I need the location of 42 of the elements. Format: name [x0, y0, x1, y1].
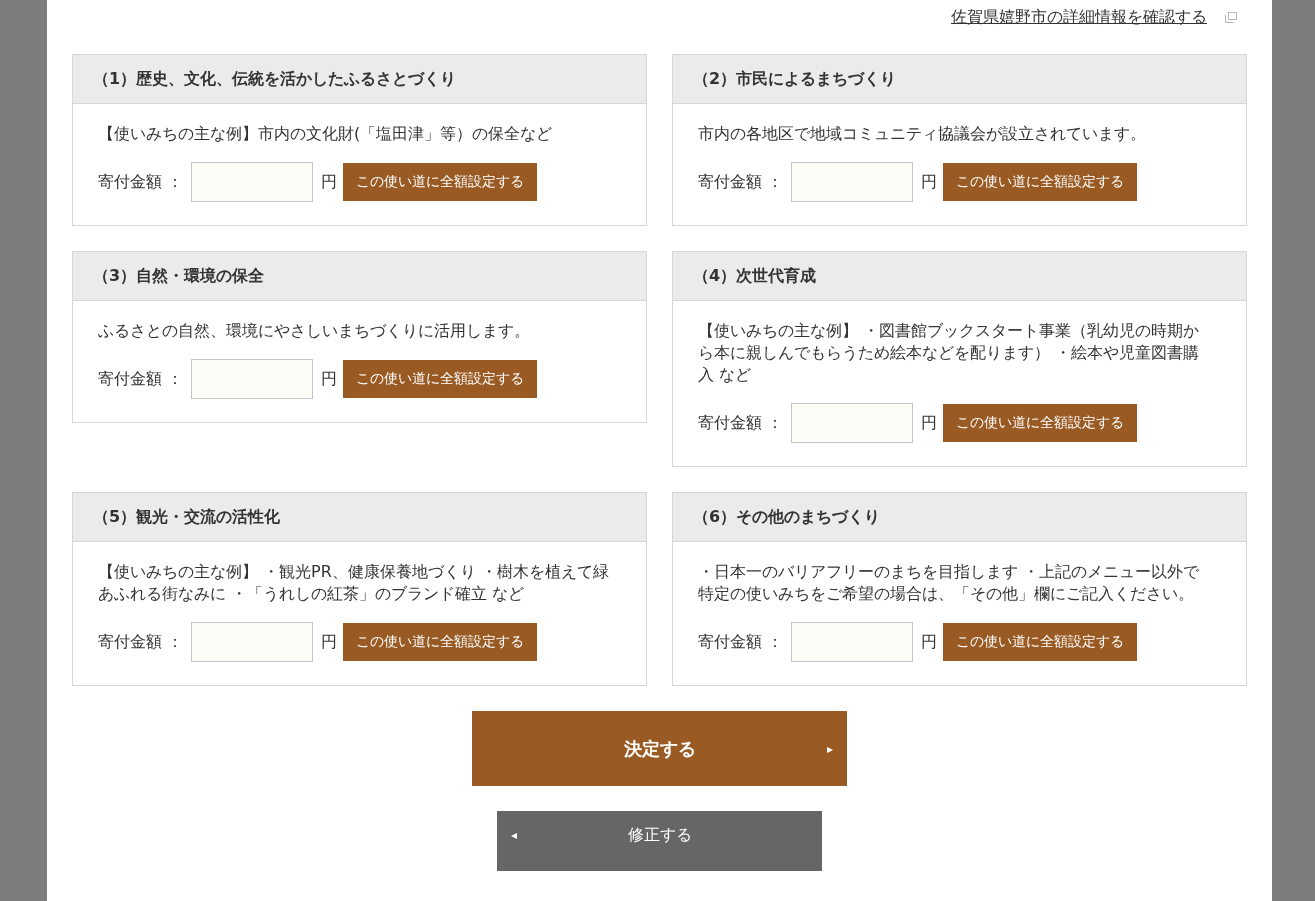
yen-unit: 円	[321, 631, 338, 653]
amount-label: 寄付金額 ：	[98, 171, 184, 193]
usage-description: 【使いみちの主な例】 ・観光PR、健康保養地づくり ・樹木を植えて緑あふれる街なみに ・「うれしの紅茶」のブランド確立 など	[98, 561, 610, 605]
external-window-icon	[1225, 11, 1237, 23]
set-all-button[interactable]: この使い道に全額設定する	[343, 360, 538, 398]
amount-input[interactable]	[191, 162, 314, 202]
card-title: （4）次世代育成	[673, 252, 1246, 301]
amount-label: 寄付金額 ：	[698, 412, 784, 434]
amount-label: 寄付金額 ：	[98, 368, 184, 390]
set-all-button[interactable]: この使い道に全額設定する	[343, 623, 538, 661]
set-all-button[interactable]: この使い道に全額設定する	[943, 404, 1138, 442]
yen-unit: 円	[921, 631, 938, 653]
usage-description: ふるさとの自然、環境にやさしいまちづくりに活用します。	[98, 320, 531, 342]
amount-label: 寄付金額 ：	[698, 631, 784, 653]
arrow-icon: ▸	[826, 741, 833, 756]
set-all-button[interactable]: この使い道に全額設定する	[943, 163, 1138, 201]
usage-description: 【使いみちの主な例】市内の文化財(「塩田津」等）の保全など	[98, 123, 554, 145]
amount-label: 寄付金額 ：	[698, 171, 784, 193]
confirm-button[interactable]: 決定する ▸	[472, 711, 847, 786]
arrow-icon: ◂	[511, 828, 518, 842]
card-title: （2）市民によるまちづくり	[673, 55, 1246, 104]
yen-unit: 円	[321, 171, 338, 193]
card-title: （5）観光・交流の活性化	[73, 493, 646, 542]
card-title: （6）その他のまちづくり	[673, 493, 1246, 542]
detail-link[interactable]: 佐賀県嬉野市の詳細情報を確認する	[951, 6, 1211, 28]
yen-unit: 円	[921, 412, 938, 434]
amount-label: 寄付金額 ：	[98, 631, 184, 653]
card-title: （1）歴史、文化、伝統を活かしたふるさとづくり	[73, 55, 646, 104]
card-title: （3）自然・環境の保全	[73, 252, 646, 301]
back-button[interactable]: ◂ 修正する	[497, 811, 822, 871]
usage-description: ・日本一のバリアフリーのまちを目指します ・上記のメニュー以外で特定の使いみちをご希望の場合は、「その他」欄にご記入ください。	[698, 561, 1201, 605]
yen-unit: 円	[321, 368, 338, 390]
set-all-button[interactable]: この使い道に全額設定する	[343, 163, 538, 201]
amount-input[interactable]	[791, 162, 914, 202]
amount-input[interactable]	[791, 403, 914, 443]
amount-input[interactable]	[191, 359, 314, 399]
amount-input[interactable]	[191, 622, 314, 662]
yen-unit: 円	[921, 171, 938, 193]
usage-description: 【使いみちの主な例】 ・図書館ブックスタート事業（乳幼児の時期から本に親しんでもらうため絵本などを配ります） ・絵本や児童図書購入 など	[698, 320, 1201, 386]
amount-input[interactable]	[791, 622, 914, 662]
usage-description: 市内の各地区で地域コミュニティ協議会が設立されています。	[698, 123, 1147, 145]
set-all-button[interactable]: この使い道に全額設定する	[943, 623, 1138, 661]
